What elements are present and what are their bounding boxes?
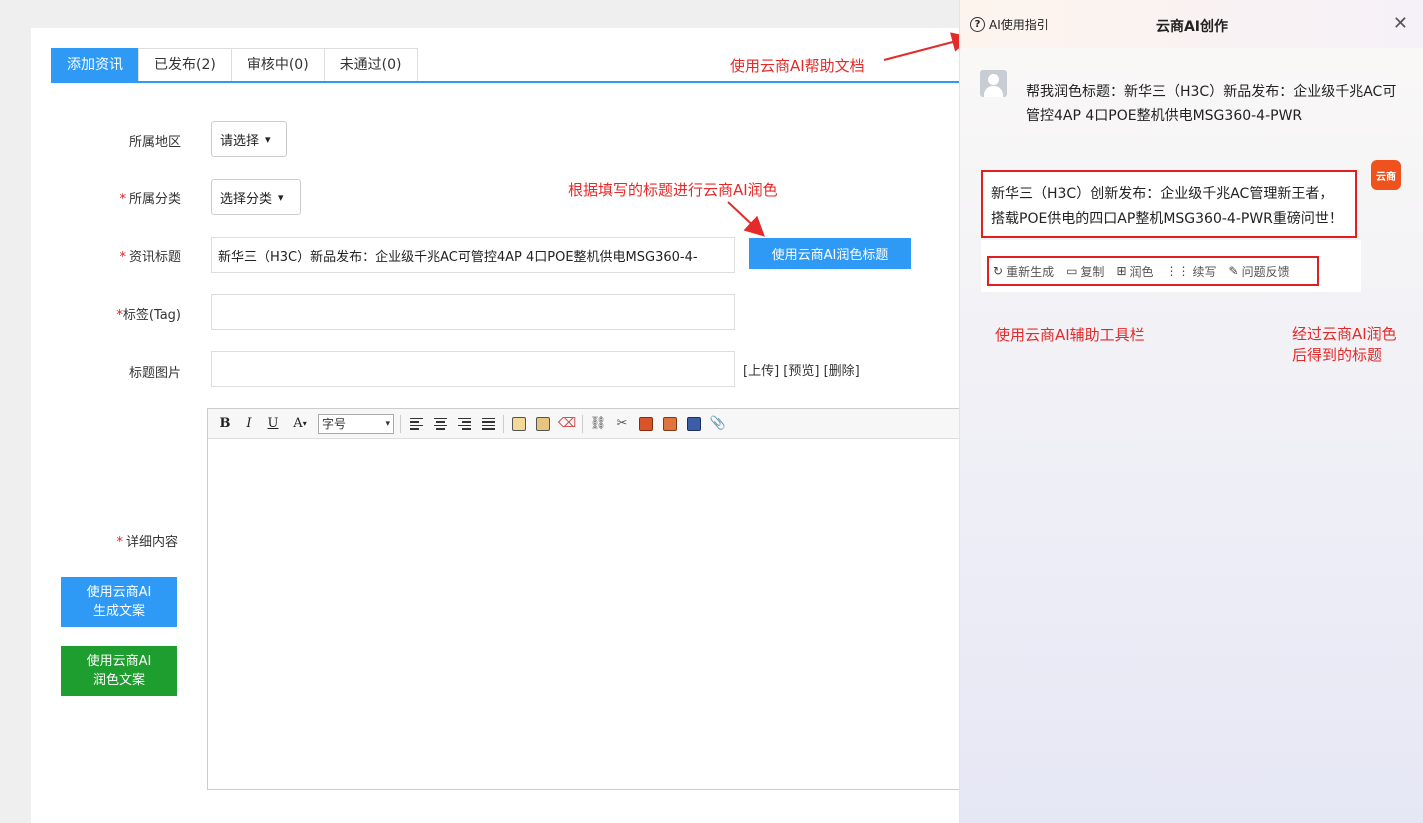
editor-toolbar: B I U A ▾ 字号 ▾ ⌫ ⛓ ✂ 📎 — [208, 409, 966, 439]
align-center-icon[interactable] — [431, 415, 449, 433]
tab-published[interactable]: 已发布(2) — [138, 48, 232, 81]
close-icon[interactable]: ✕ — [1393, 13, 1408, 34]
image-label: 标题图片 — [128, 366, 181, 381]
user-avatar — [980, 70, 1007, 97]
title-input[interactable]: 新华三（H3C）新品发布：企业级千兆AC可管控4AP 4口POE整机供电MSG3… — [211, 237, 735, 273]
ai-polish-copy-button[interactable]: 使用云商AI 润色文案 — [61, 646, 177, 696]
underline-icon[interactable]: U — [264, 415, 282, 433]
image-input[interactable] — [211, 351, 735, 387]
image-icon[interactable] — [637, 415, 655, 433]
category-select-value: 选择分类 — [220, 191, 273, 207]
panel-header: ? AI使用指引 云商AI创作 ✕ — [960, 0, 1423, 48]
align-left-icon[interactable] — [407, 415, 425, 433]
upload-link[interactable]: [上传] — [743, 364, 779, 379]
bold-icon[interactable]: B — [216, 415, 234, 433]
regenerate-button[interactable]: ↻ 重新生成 — [993, 263, 1054, 280]
annotation-polish-by-title: 根据填写的标题进行云商AI润色 — [568, 181, 778, 199]
paste-text-icon[interactable] — [534, 415, 552, 433]
tag-label: *标签(Tag) — [116, 308, 181, 323]
annotation-toolbar: 使用云商AI辅助工具栏 — [995, 326, 1145, 344]
ai-creation-panel: ? AI使用指引 云商AI创作 ✕ 帮我润色标题：新华三（H3C）新品发布：企业… — [959, 0, 1423, 823]
preview-link[interactable]: [预览] — [783, 364, 819, 379]
ai-logo: 云商 — [1371, 160, 1401, 190]
font-size-select[interactable]: 字号 ▾ — [318, 413, 394, 434]
ai-reply: 新华三（H3C）创新发布：企业级千兆AC管理新王者，搭载POE供电的四口AP整机… — [981, 170, 1357, 238]
continue-writing-button[interactable]: ⋮⋮ 续写 — [1166, 263, 1217, 280]
category-label: * 所属分类 — [119, 192, 181, 207]
book-icon: ⊞ — [1116, 264, 1127, 278]
chevron-down-icon: ▾ — [278, 190, 284, 204]
rich-text-editor: B I U A ▾ 字号 ▾ ⌫ ⛓ ✂ 📎 — [207, 408, 967, 790]
ai-tool-bar: ↻ 重新生成 ▭ 复制 ⊞ 润色 ⋮⋮ 续写 ✎ 问题反馈 — [987, 256, 1319, 286]
toolbar-divider — [503, 414, 504, 433]
user-message: 帮我润色标题：新华三（H3C）新品发布：企业级千兆AC可管控4AP 4口POE整… — [1026, 84, 1397, 124]
italic-icon[interactable]: I — [240, 415, 258, 433]
annotation-help-doc: 使用云商AI帮助文档 — [730, 57, 865, 75]
chevron-down-icon: ▾ — [265, 132, 271, 146]
feedback-button[interactable]: ✎ 问题反馈 — [1229, 263, 1290, 280]
clear-format-icon[interactable]: ⌫ — [558, 415, 576, 433]
paste-icon[interactable] — [510, 415, 528, 433]
region-label: 所属地区 — [128, 135, 181, 150]
font-color-icon[interactable]: A ▾ — [288, 415, 312, 433]
multi-image-icon[interactable] — [661, 415, 679, 433]
unlink-icon[interactable]: ✂ — [613, 415, 631, 433]
copy-icon: ▭ — [1066, 264, 1078, 278]
tab-reviewing[interactable]: 审核中(0) — [230, 48, 325, 81]
polish-title-button[interactable]: 使用云商AI润色标题 — [749, 238, 911, 269]
annotation-result: 经过云商AI润色 后得到的标题 — [1292, 325, 1397, 364]
video-icon[interactable] — [685, 415, 703, 433]
delete-link[interactable]: [删除] — [824, 364, 860, 379]
attachment-icon[interactable]: 📎 — [709, 415, 727, 433]
toolbar-divider — [400, 414, 401, 433]
polish-button[interactable]: ⊞ 润色 — [1116, 263, 1153, 280]
image-links: [上传] [预览] [删除] — [743, 360, 860, 379]
tag-input[interactable] — [211, 294, 735, 330]
align-justify-icon[interactable] — [479, 415, 497, 433]
ai-generate-copy-button[interactable]: 使用云商AI 生成文案 — [61, 577, 177, 627]
tab-add-news[interactable]: 添加资讯 — [51, 48, 139, 81]
copy-button[interactable]: ▭ 复制 — [1066, 263, 1104, 280]
link-icon[interactable]: ⛓ — [589, 415, 607, 433]
title-label: * 资讯标题 — [119, 250, 181, 265]
region-select-value: 请选择 — [220, 133, 260, 149]
category-select[interactable]: 选择分类 ▾ — [211, 179, 301, 215]
align-right-icon[interactable] — [455, 415, 473, 433]
continue-icon: ⋮⋮ — [1165, 264, 1190, 278]
content-label: * 详细内容 — [116, 535, 178, 550]
refresh-icon: ↻ — [993, 264, 1004, 278]
region-select[interactable]: 请选择 ▾ — [211, 121, 287, 157]
tab-rejected[interactable]: 未通过(0) — [323, 48, 418, 81]
panel-title: 云商AI创作 — [1155, 19, 1229, 35]
feedback-icon: ✎ — [1228, 264, 1239, 278]
toolbar-divider — [582, 414, 583, 433]
